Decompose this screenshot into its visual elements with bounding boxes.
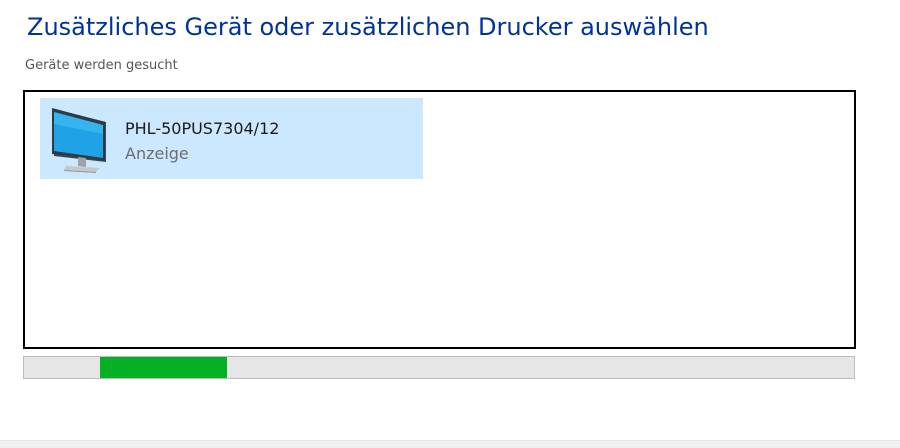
device-list[interactable]: PHL-50PUS7304/12 Anzeige (23, 90, 856, 349)
device-type: Anzeige (125, 144, 189, 163)
search-progress-bar (23, 356, 855, 379)
add-device-dialog: Zusätzliches Gerät oder zusätzlichen Dru… (0, 0, 900, 448)
search-status-text: Geräte werden gesucht (25, 58, 178, 73)
device-item-phl-50pus7304[interactable]: PHL-50PUS7304/12 Anzeige (40, 98, 423, 179)
progress-indicator (100, 357, 227, 378)
dialog-footer (0, 440, 900, 448)
monitor-icon (48, 104, 112, 174)
page-title: Zusätzliches Gerät oder zusätzlichen Dru… (27, 13, 709, 41)
device-name: PHL-50PUS7304/12 (125, 119, 280, 138)
